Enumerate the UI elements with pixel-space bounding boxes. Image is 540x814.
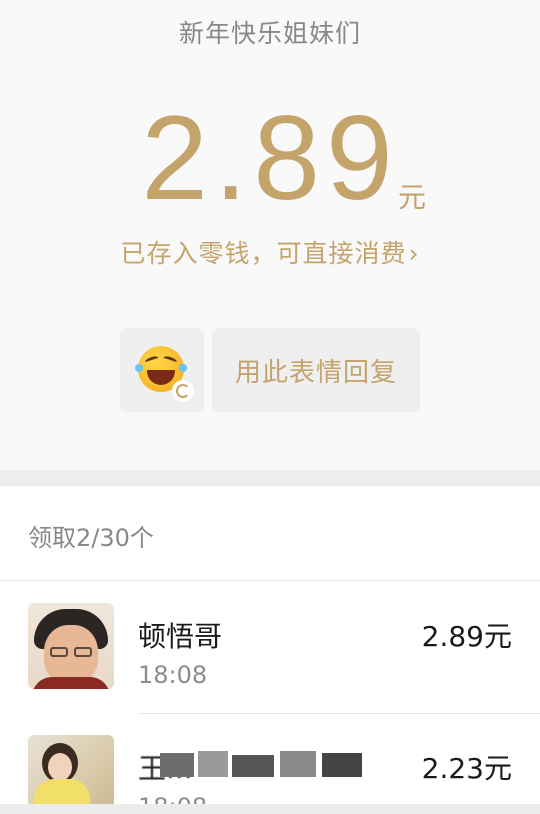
reply-with-emoji-button[interactable]: 用此表情回复 xyxy=(212,328,420,412)
redacted-name-mask xyxy=(280,751,316,777)
change-wallet-text: 已存入零钱，可直接消费 xyxy=(120,239,407,268)
chevron-right-icon: › xyxy=(408,239,420,268)
bottom-edge xyxy=(0,804,540,814)
recipient-row[interactable]: 王... 18:08 2.23元 xyxy=(0,735,540,814)
refresh-icon[interactable] xyxy=(172,380,194,402)
recipient-name: 顿悟哥 xyxy=(138,620,223,653)
section-divider xyxy=(0,470,540,486)
received-amount: 2.89 xyxy=(141,91,399,225)
change-wallet-link[interactable]: 已存入零钱，可直接消费› xyxy=(0,234,540,270)
emoji-reply-button[interactable] xyxy=(120,328,204,412)
redacted-name-mask xyxy=(322,753,362,777)
amount-unit: 元 xyxy=(398,181,427,214)
recipient-row[interactable]: 顿悟哥 18:08 2.89元 xyxy=(0,603,540,713)
redacted-name-mask xyxy=(232,755,274,777)
amount-container: 2.89 xyxy=(0,98,540,218)
avatar[interactable] xyxy=(28,735,114,814)
recipient-amount: 2.23元 xyxy=(421,752,512,785)
list-divider xyxy=(0,580,540,581)
redacted-name-mask xyxy=(198,751,228,777)
list-divider xyxy=(138,713,540,714)
recipient-time: 18:08 xyxy=(138,661,208,689)
recipient-amount: 2.89元 xyxy=(421,620,512,653)
claimed-count: 领取2/30个 xyxy=(28,524,154,552)
packet-greeting: 新年快乐姐妹们 xyxy=(178,19,361,48)
redacted-name-mask xyxy=(160,753,194,777)
avatar[interactable] xyxy=(28,603,114,689)
